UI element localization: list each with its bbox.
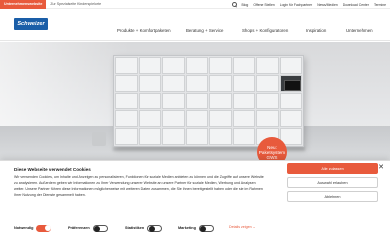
locker-terminal-screen [279, 74, 302, 92]
util-link-blog[interactable]: Blog [242, 3, 249, 7]
accept-all-button[interactable]: Alle zulassen [287, 163, 378, 174]
parcel-locker [113, 55, 304, 147]
nav-item-produkte[interactable]: Produkte + Komfortpaketen [117, 28, 171, 33]
toggle-switch-notwendig[interactable] [36, 224, 52, 232]
hero-image [0, 42, 390, 160]
toggle-praeferenzen: Präferenzen [68, 223, 108, 233]
details-link[interactable]: Details zeigen⌄ [229, 225, 256, 229]
details-label: Details zeigen [229, 225, 252, 229]
reject-button[interactable]: Ablehnen [287, 191, 378, 202]
top-utility-bar: Unternehmenswebsite Zur Spezialseite Kin… [0, 0, 390, 9]
search-icon[interactable] [231, 2, 237, 7]
util-link-partner-login[interactable]: Login für Fachpartner [280, 3, 312, 7]
nav-item-inspiration[interactable]: Inspiration [306, 28, 326, 33]
util-link-downloads[interactable]: Download Center [343, 3, 369, 7]
util-link-jobs[interactable]: Offene Stellen [253, 3, 274, 7]
cookie-text: Wir verwenden Cookies, um Inhalte und An… [14, 175, 264, 197]
toggle-label: Präferenzen [68, 226, 90, 230]
badge-line-3: GWS [266, 154, 278, 160]
toggle-statistiken: Statistiken [125, 223, 163, 233]
close-icon[interactable]: ✕ [377, 164, 385, 172]
floor-object [92, 132, 106, 146]
toggle-switch-praeferenzen[interactable] [92, 224, 108, 232]
util-link-events[interactable]: Termine [374, 3, 386, 7]
main-navigation: Schweizer Produkte + Komfortpaketen Bera… [0, 9, 390, 41]
toggle-label: Notwendig [14, 226, 34, 230]
toggle-notwendig: Notwendig [14, 223, 52, 233]
nav-item-unternehmen[interactable]: Unternehmen [346, 28, 373, 33]
nav-item-beratung[interactable]: Beratung + Service [186, 28, 223, 33]
tab-kinderspielorte[interactable]: Zur Spezialseite Kinderspielorte [46, 0, 105, 9]
toggle-label: Marketing [178, 226, 196, 230]
toggle-label: Statistiken [125, 226, 145, 230]
util-link-news[interactable]: News/Medien [317, 3, 338, 7]
utility-links: Blog Offene Stellen Login für Fachpartne… [231, 0, 386, 9]
chevron-down-icon: ⌄ [252, 225, 256, 229]
cookie-title: Diese Webseite verwendet Cookies [14, 167, 91, 172]
toggle-marketing: Marketing [178, 223, 214, 233]
nav-item-shops[interactable]: Shops + Konfiguratoren [242, 28, 288, 33]
toggle-switch-statistiken[interactable] [147, 224, 163, 232]
tab-unternehmenswebsite[interactable]: Unternehmenswebsite [0, 0, 47, 9]
accept-selection-button[interactable]: Auswahl erlauben [287, 177, 378, 188]
nav-links: Produkte + Komfortpaketen Beratung + Ser… [0, 28, 390, 36]
toggle-switch-marketing[interactable] [198, 224, 214, 232]
